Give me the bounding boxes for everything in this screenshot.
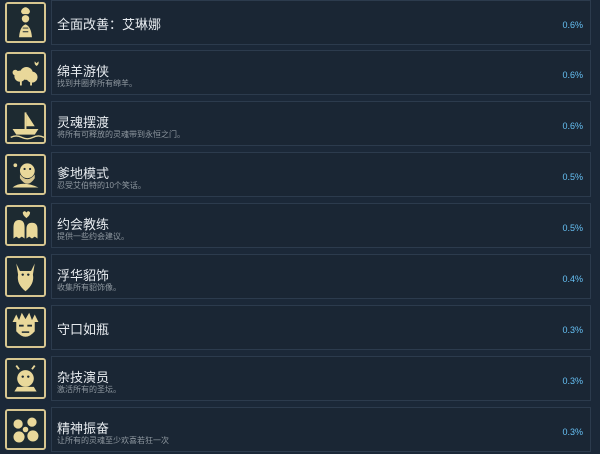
achievement-panel: 浮华貂饰 收集所有貂饰像。 0.4% (51, 254, 591, 299)
achievement-percent: 0.3% (562, 427, 583, 437)
achievement-panel: 爹地模式 忍受艾伯特的10个笑话。 0.5% (51, 152, 591, 197)
achievement-row[interactable]: 绵羊游侠 找到并圈养所有绵羊。 0.6% (0, 50, 600, 97)
achievement-description: 提供一些约会建议。 (57, 232, 129, 241)
sheep-icon (5, 52, 46, 93)
achievement-row[interactable]: 精神振奋 让所有的灵魂至少欢喜若狂一次 0.3% (0, 407, 600, 454)
achievement-row[interactable]: 爹地模式 忍受艾伯特的10个笑话。 0.5% (0, 152, 600, 199)
achievement-description: 忍受艾伯特的10个笑话。 (57, 181, 146, 190)
ferry-boat-icon (5, 103, 46, 144)
achievement-row[interactable]: 浮华貂饰 收集所有貂饰像。 0.4% (0, 254, 600, 301)
achievement-percent: 0.6% (562, 70, 583, 80)
achievement-description: 收集所有貂饰像。 (57, 283, 121, 292)
achievement-percent: 0.3% (562, 325, 583, 335)
achievement-row[interactable]: 全面改善：艾琳娜 0.6% (0, 0, 600, 47)
spiky-hair-face-icon (5, 307, 46, 348)
achievement-percent: 0.5% (562, 223, 583, 233)
achievement-description: 让所有的灵魂至少欢喜若狂一次 (57, 436, 169, 445)
achievement-row[interactable]: 约会教练 提供一些约会建议。 0.5% (0, 203, 600, 250)
achievement-row[interactable]: 杂技演员 激活所有的圣坛。 0.3% (0, 356, 600, 403)
achievement-panel: 守口如瓶 0.3% (51, 305, 591, 350)
achievement-panel: 精神振奋 让所有的灵魂至少欢喜若狂一次 0.3% (51, 407, 591, 452)
achievement-row[interactable]: 灵魂摆渡 将所有可释放的灵魂带到永恒之门。 0.6% (0, 101, 600, 148)
achievement-panel: 约会教练 提供一些约会建议。 0.5% (51, 203, 591, 248)
achievement-panel: 全面改善：艾琳娜 0.6% (51, 0, 591, 45)
achievement-row[interactable]: 守口如瓶 0.3% (0, 305, 600, 352)
achievement-percent: 0.4% (562, 274, 583, 284)
achievement-panel: 灵魂摆渡 将所有可释放的灵魂带到永恒之门。 0.6% (51, 101, 591, 146)
achievement-title: 全面改善：艾琳娜 (57, 17, 162, 32)
achievement-description: 找到并圈养所有绵羊。 (57, 79, 137, 88)
achievement-percent: 0.3% (562, 376, 583, 386)
achievement-description: 将所有可释放的灵魂带到永恒之门。 (57, 130, 185, 139)
old-man-icon (5, 154, 46, 195)
achievement-panel: 杂技演员 激活所有的圣坛。 0.3% (51, 356, 591, 401)
achievement-list: 全面改善：艾琳娜 0.6% 绵羊游侠 找到并圈养所有绵羊。 0.6% 灵魂摆渡 … (0, 0, 600, 452)
achievement-description: 激活所有的圣坛。 (57, 385, 121, 394)
chef-girl-icon (5, 2, 46, 43)
achievement-title: 守口如瓶 (57, 322, 110, 337)
acrobat-icon (5, 358, 46, 399)
achievement-percent: 0.5% (562, 172, 583, 182)
ghost-lovers-icon (5, 205, 46, 246)
cat-figure-icon (5, 256, 46, 297)
achievement-percent: 0.6% (562, 121, 583, 131)
achievement-panel: 绵羊游侠 找到并圈养所有绵羊。 0.6% (51, 50, 591, 95)
achievement-percent: 0.6% (562, 20, 583, 30)
spirits-icon (5, 409, 46, 450)
